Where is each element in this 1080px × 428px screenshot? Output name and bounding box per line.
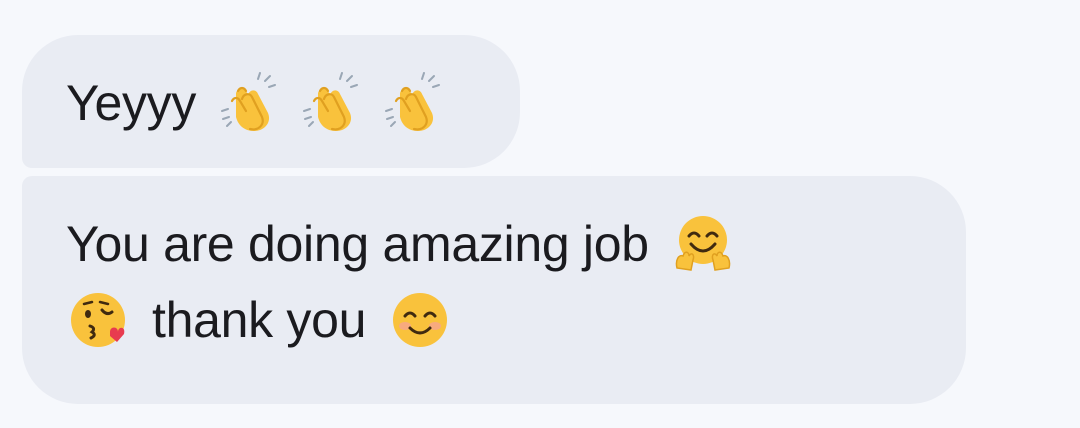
clapping-hands-icon	[382, 71, 446, 135]
hugging-face-icon	[671, 212, 735, 276]
message-text: thank you	[152, 292, 367, 348]
clapping-hands-icon	[300, 71, 364, 135]
smiling-face-with-smiling-eyes-icon	[388, 288, 452, 352]
message-text: Yeyyy	[66, 75, 197, 131]
face-blowing-kiss-icon	[66, 288, 130, 352]
message-bubble[interactable]: You are doing amazing job thank you	[22, 176, 966, 404]
chat-thread: Yeyyy You are doing amazing job thank yo…	[0, 0, 1080, 428]
message-line: thank you	[66, 282, 966, 358]
message-text: You are doing amazing job	[66, 216, 649, 272]
message-bubble[interactable]: Yeyyy	[22, 35, 520, 168]
clapping-hands-icon	[218, 71, 282, 135]
message-line: Yeyyy	[66, 65, 520, 141]
message-line: You are doing amazing job	[66, 206, 966, 282]
